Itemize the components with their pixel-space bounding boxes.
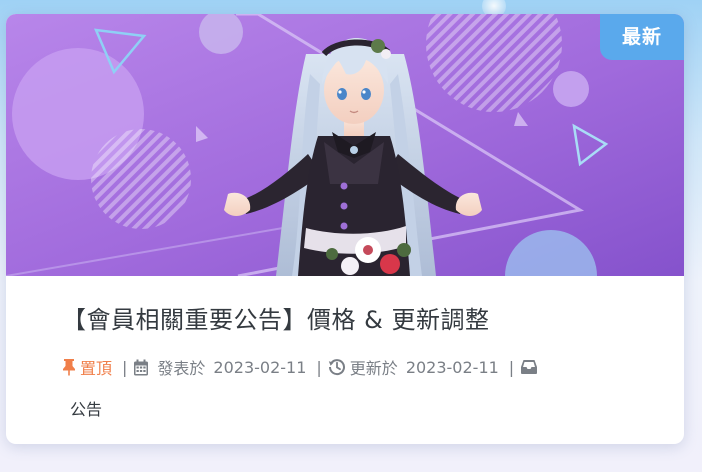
- thumbtack-icon: [62, 358, 76, 376]
- post-cover-image[interactable]: 最新: [6, 14, 684, 276]
- history-icon: [328, 358, 346, 376]
- calendar-icon: [133, 359, 149, 376]
- category-indicator: [520, 359, 538, 375]
- updated-date-value[interactable]: 2023-02-11: [406, 358, 499, 377]
- category-link[interactable]: 公告: [70, 396, 102, 420]
- post-meta: 置頂 | 發表於 2023-02-11 | 更新於 2023-02-11 |: [62, 354, 538, 380]
- updated-date: 更新於 2023-02-11: [328, 355, 499, 379]
- pinned-indicator: 置頂: [62, 355, 112, 379]
- updated-label: 更新於: [349, 359, 398, 378]
- published-label: 發表於: [157, 359, 206, 378]
- published-date: 發表於 2023-02-11: [133, 355, 306, 379]
- meta-separator: |: [122, 357, 128, 377]
- post-card: 最新 【會員相關重要公告】價格 & 更新調整 置頂 | 發表於 2023-02-…: [6, 14, 684, 444]
- meta-separator: |: [316, 357, 322, 377]
- published-date-value[interactable]: 2023-02-11: [213, 358, 306, 377]
- latest-badge: 最新: [600, 14, 684, 60]
- meta-separator: |: [508, 357, 515, 377]
- inbox-icon: [520, 359, 538, 375]
- cover-illustration: [6, 14, 684, 276]
- pinned-label: 置頂: [80, 359, 113, 378]
- post-title[interactable]: 【會員相關重要公告】價格 & 更新調整: [62, 300, 489, 335]
